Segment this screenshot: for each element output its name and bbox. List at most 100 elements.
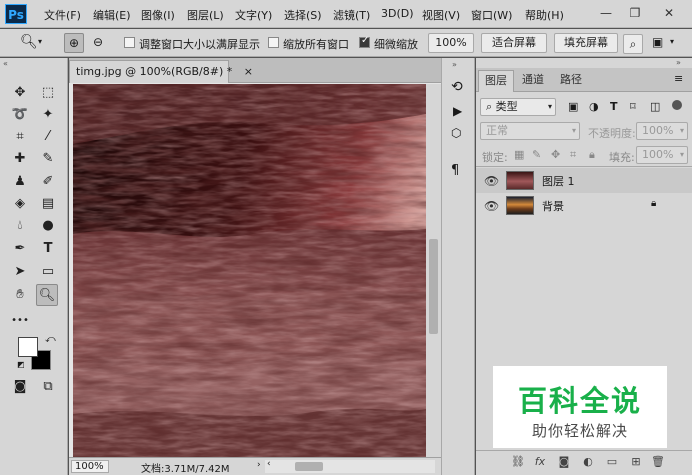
foreground-color-swatch-top[interactable] [18,337,38,357]
layer-row-background[interactable]: 👁︎ 背景 🔒︎ [476,193,692,218]
zoom-tool-icon[interactable]: 🔍︎ [20,34,38,50]
menu-edit[interactable]: 编辑(E) [93,7,131,23]
zoom-value-field[interactable]: 100% [428,33,474,53]
document-tab[interactable]: timg.jpg @ 100%(RGB/8#) * × [69,60,253,83]
zoom-out-icon[interactable]: ⊖ [88,33,108,53]
pen-tool-icon[interactable]: ✒ [9,238,31,260]
eraser-tool-icon[interactable]: ◈ [9,193,31,215]
document-size-info[interactable]: 文档:3.71M/7.42M [141,460,230,475]
restore-icon[interactable]: ❐ [626,4,644,22]
menu-3d[interactable]: 3D(D) [381,7,414,20]
status-arrow-icon[interactable]: › [257,460,261,470]
layer-lock-icon[interactable]: 🔒︎ [651,198,656,209]
clone-stamp-tool-icon[interactable]: ♟ [9,171,31,193]
screen-mode-icon[interactable]: ⧉ [37,376,59,398]
visibility-eye-icon[interactable]: 👁︎ [484,199,499,213]
more-tools-icon[interactable]: ••• [9,310,31,332]
menu-layer[interactable]: 图层(L) [187,7,224,23]
resize-windows-checkbox[interactable] [124,37,135,48]
menu-view[interactable]: 视图(V) [422,7,460,23]
layer-row-layer1[interactable]: 👁︎ 图层 1 [476,168,692,193]
filter-shape-icon[interactable]: ⌑ [630,100,636,113]
filter-smart-object-icon[interactable]: ◫ [650,100,660,113]
swap-colors-icon[interactable]: ⤺ [45,334,56,345]
tab-paths[interactable]: 路径 [554,70,588,92]
fit-screen-button[interactable]: 适合屏幕 [481,33,547,53]
minimize-icon[interactable]: — [597,4,615,22]
marquee-tool-icon[interactable]: ⬚ [37,82,59,104]
quick-mask-icon[interactable]: ◙ [9,376,31,398]
path-selection-tool-icon[interactable]: ➤ [9,261,31,283]
zoom-in-icon[interactable]: ⊕ [64,33,84,53]
tool-preset-chevron-icon[interactable]: ▾ [38,37,42,46]
filter-type-icon[interactable]: T [610,100,618,113]
blend-mode-select[interactable]: 正常 ▾ [480,122,580,140]
filter-toggle-icon[interactable] [672,100,682,110]
workspace-chevron-icon[interactable]: ▾ [670,37,674,46]
panel-menu-icon[interactable]: ≡ [674,72,683,85]
fill-field[interactable]: 100% ▾ [636,146,688,164]
search-icon[interactable]: ⌕ [623,34,643,54]
menu-image[interactable]: 图像(I) [141,7,175,23]
lock-position-icon[interactable]: ✥ [551,148,560,161]
rectangle-tool-icon[interactable]: ▭ [37,261,59,283]
fx-icon[interactable]: fx [532,455,548,468]
crop-tool-icon[interactable]: ⌗ [9,126,31,148]
paragraph-panel-icon[interactable]: ¶ [451,163,459,178]
workspace-icon[interactable]: ▣ [652,35,663,49]
lock-all-icon[interactable]: 🔒︎ [589,148,595,162]
lock-artboard-icon[interactable]: ⌗ [570,148,576,162]
lasso-tool-icon[interactable]: ➰ [9,104,31,126]
default-colors-icon[interactable]: ◩ [17,360,25,369]
tab-close-icon[interactable]: × [244,65,253,78]
healing-brush-tool-icon[interactable]: ✚ [9,148,31,170]
close-icon[interactable]: ✕ [660,4,678,22]
hand-tool-icon[interactable]: ✋︎ [9,284,31,306]
menu-file[interactable]: 文件(F) [44,7,81,23]
history-brush-tool-icon[interactable]: ✐ [37,171,59,193]
visibility-eye-icon[interactable]: 👁︎ [484,174,499,188]
zoom-tool-active-icon[interactable]: 🔍︎ [36,284,58,306]
lock-image-icon[interactable]: ✎ [532,148,541,161]
menu-select[interactable]: 选择(S) [284,7,322,23]
actions-panel-icon[interactable]: ▶ [453,104,462,118]
fill-screen-button[interactable]: 填充屏幕 [554,33,618,53]
menu-filter[interactable]: 滤镜(T) [333,7,370,23]
blur-tool-icon[interactable]: 💧︎ [9,215,31,237]
vertical-scrollbar[interactable] [426,84,441,457]
horizontal-scrollbar[interactable]: ‹ [265,459,435,473]
scroll-left-icon[interactable]: ‹ [267,459,271,469]
vertical-scroll-thumb[interactable] [429,239,438,334]
expand-panels-icon[interactable]: » [452,60,457,69]
image-canvas[interactable] [73,84,426,457]
collapse-icon[interactable]: « [3,59,8,68]
menu-type[interactable]: 文字(Y) [235,7,272,23]
eyedropper-tool-icon[interactable]: ⁄ [37,126,59,148]
menu-window[interactable]: 窗口(W) [471,7,512,23]
filter-pixel-icon[interactable]: ▣ [568,100,578,113]
new-group-icon[interactable]: ▭ [604,455,620,468]
delete-layer-icon[interactable]: 🗑︎ [650,455,666,468]
link-layers-icon[interactable]: ⛓ [510,455,526,468]
dodge-tool-icon[interactable]: ● [37,215,59,237]
zoom-all-windows-checkbox[interactable] [268,37,279,48]
menu-help[interactable]: 帮助(H) [525,7,564,23]
lock-transparent-icon[interactable]: ▦ [514,148,524,161]
move-tool-icon[interactable]: ✥ [9,82,31,104]
adjustment-layer-icon[interactable]: ◐ [580,455,596,468]
3d-panel-icon[interactable]: ⬡ [451,126,461,140]
opacity-field[interactable]: 100% ▾ [636,122,688,140]
tab-channels[interactable]: 通道 [516,70,550,92]
collapse-right-icon[interactable]: » [676,58,681,67]
scrubby-zoom-checkbox[interactable] [359,35,370,48]
add-mask-icon[interactable]: ◙ [556,455,572,468]
magic-wand-tool-icon[interactable]: ✦ [37,104,59,126]
new-layer-icon[interactable]: ⊞ [628,455,644,468]
filter-kind-select[interactable]: ⌕ 类型 ▾ [480,98,556,116]
history-panel-icon[interactable]: ⟲ [451,79,463,95]
filter-adjustment-icon[interactable]: ◑ [589,100,599,113]
tab-layers[interactable]: 图层 [478,70,514,92]
brush-tool-icon[interactable]: ✎ [37,148,59,170]
horizontal-scroll-thumb[interactable] [295,462,323,471]
gradient-tool-icon[interactable]: ▤ [37,193,59,215]
